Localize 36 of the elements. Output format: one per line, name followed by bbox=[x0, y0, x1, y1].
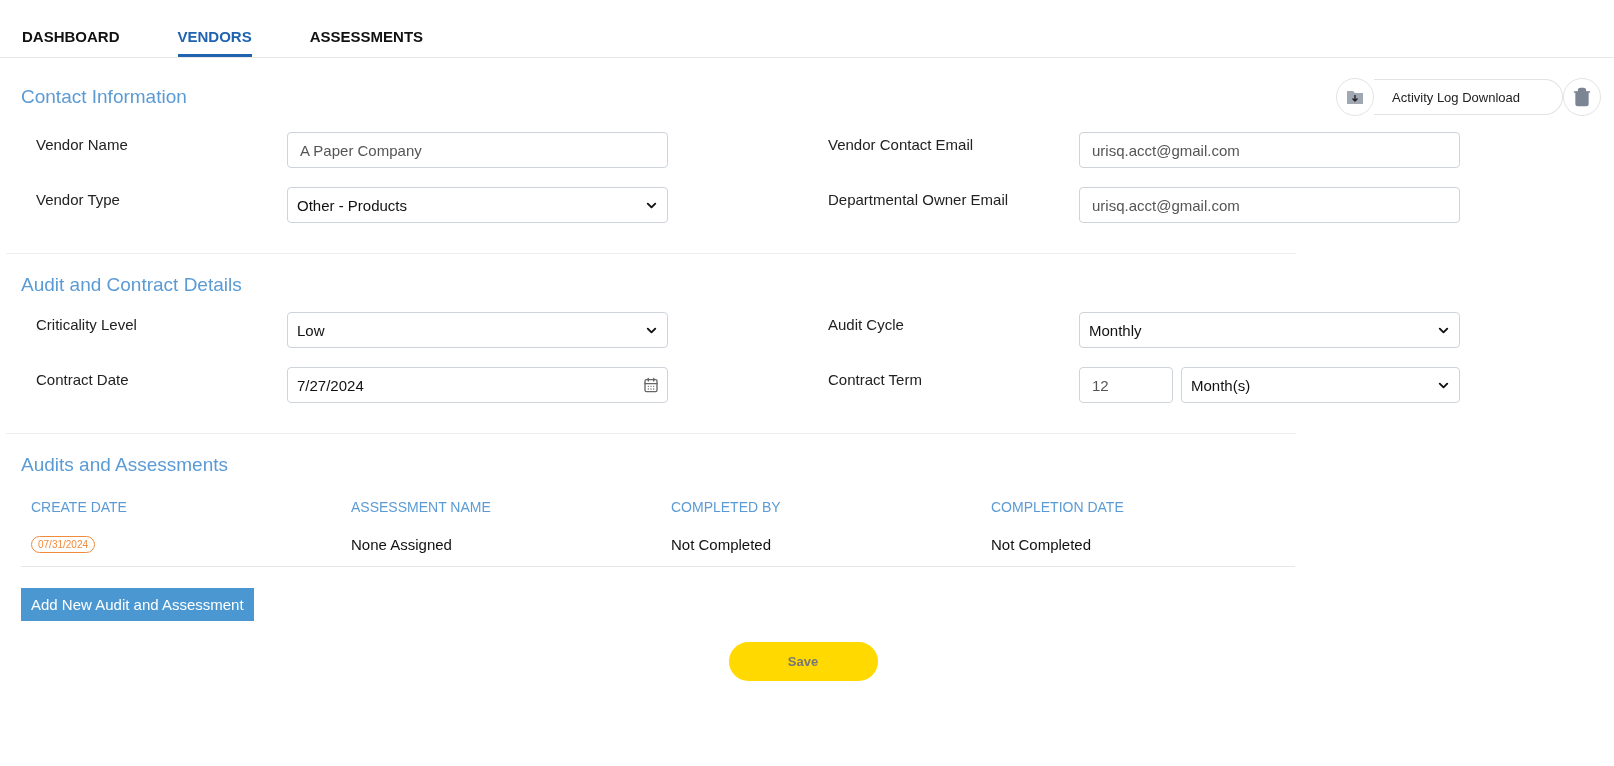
table-cell-text: Not Completed bbox=[991, 535, 1093, 553]
activity-log-download-button[interactable]: Activity Log Download bbox=[1374, 79, 1563, 115]
dropdown-field[interactable]: Monthly bbox=[1079, 312, 1460, 348]
trash-icon bbox=[1572, 87, 1592, 107]
field-label: Departmental Owner Email bbox=[828, 190, 1010, 210]
nav-tab[interactable]: DASHBOARD bbox=[22, 28, 120, 57]
nav-tab[interactable]: VENDORS bbox=[177, 28, 252, 57]
date-field[interactable]: 7/27/2024 bbox=[287, 367, 668, 403]
column-header: COMPLETED BY bbox=[671, 499, 782, 515]
dropdown-field[interactable]: Other - Products bbox=[287, 187, 668, 223]
table-cell-text: None Assigned bbox=[351, 535, 453, 553]
table-cell-text: Not Completed bbox=[671, 535, 773, 553]
section-title: Contact Information bbox=[21, 86, 187, 108]
text-field[interactable]: urisq.acct@gmail.com bbox=[1079, 132, 1460, 168]
field-label: Vendor Contact Email bbox=[828, 135, 975, 155]
text-field[interactable]: A Paper Company bbox=[287, 132, 668, 168]
nav-tab[interactable]: ASSESSMENTS bbox=[309, 28, 424, 57]
field-label: Contract Term bbox=[828, 370, 923, 390]
field-label: Contract Date bbox=[36, 370, 130, 390]
download-icon-button[interactable] bbox=[1336, 78, 1375, 116]
calendar-icon bbox=[643, 377, 659, 393]
delete-button[interactable] bbox=[1563, 78, 1601, 116]
field-label: Audit Cycle bbox=[828, 315, 905, 335]
field-label: Criticality Level bbox=[36, 315, 138, 335]
dropdown-field[interactable]: Low bbox=[287, 312, 668, 348]
field-label: Vendor Type bbox=[36, 190, 121, 210]
folder-download-icon bbox=[1346, 89, 1365, 105]
section-title: Audits and Assessments bbox=[21, 454, 228, 476]
text-field[interactable]: urisq.acct@gmail.com bbox=[1079, 187, 1460, 223]
column-header: CREATE DATE bbox=[31, 499, 128, 515]
column-header: ASSESSMENT NAME bbox=[351, 499, 492, 515]
field-label: Vendor Name bbox=[36, 135, 129, 155]
section-title: Audit and Contract Details bbox=[21, 274, 242, 296]
dropdown-field[interactable]: Month(s) bbox=[1181, 367, 1460, 403]
number-field[interactable]: 12 bbox=[1079, 367, 1173, 403]
column-header: COMPLETION DATE bbox=[991, 499, 1125, 515]
